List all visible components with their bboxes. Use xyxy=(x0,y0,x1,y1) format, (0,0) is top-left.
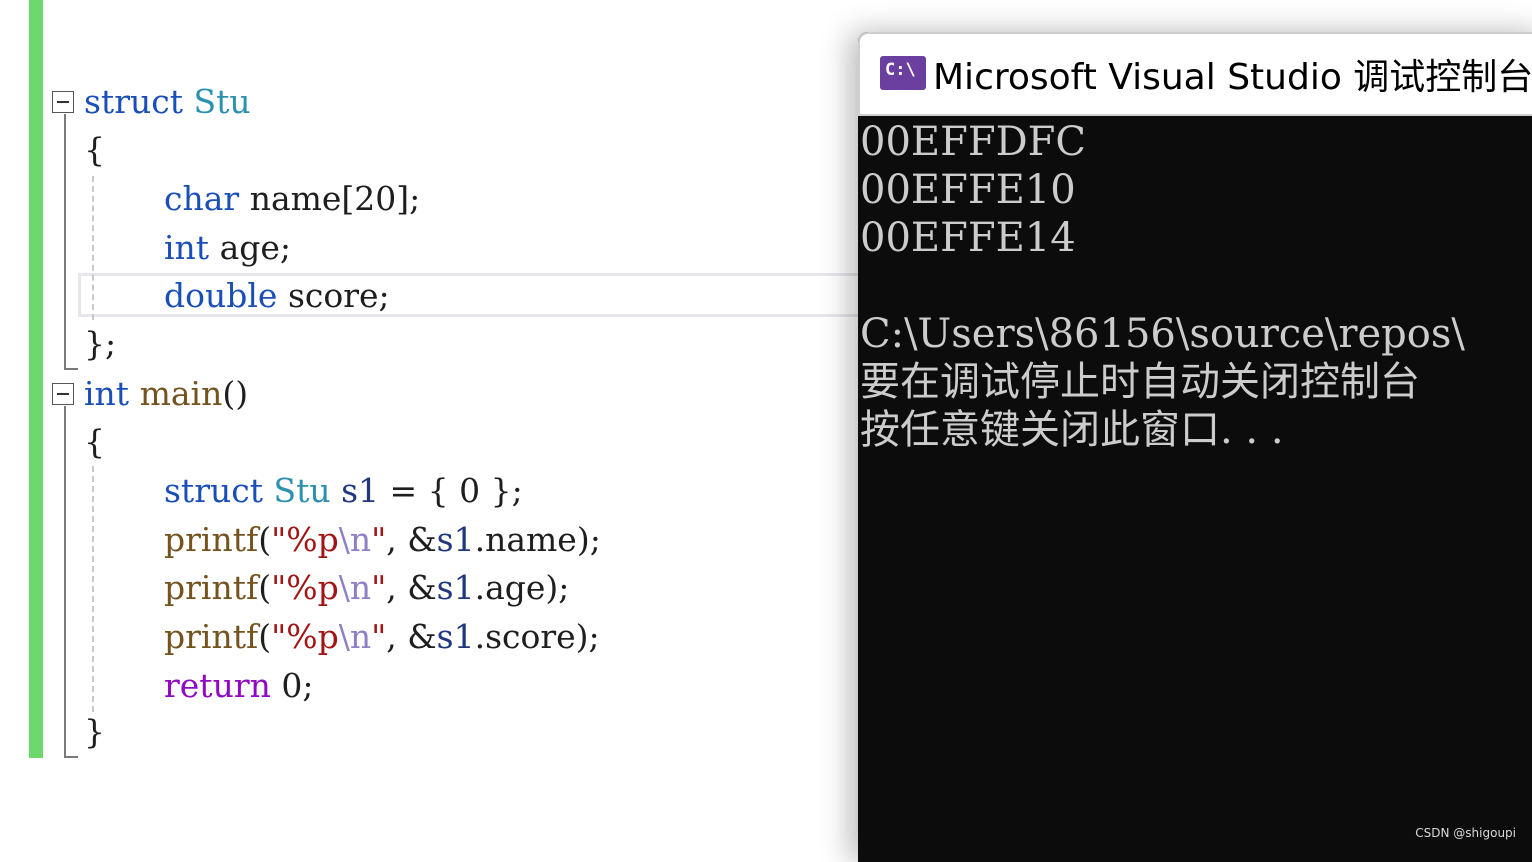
string-literal: " xyxy=(371,520,387,559)
string-literal: "%p xyxy=(271,568,339,607)
brace: { xyxy=(84,130,105,169)
string-literal: " xyxy=(371,568,387,607)
code-text: , & xyxy=(386,568,437,607)
function-name: main xyxy=(139,374,223,413)
identifier: s1 xyxy=(436,568,475,607)
code-line[interactable]: int main() xyxy=(84,370,248,418)
string-literal: "%p xyxy=(271,617,339,656)
code-text: , & xyxy=(386,520,437,559)
control-keyword: return xyxy=(164,666,271,705)
console-output-line: 00EFFE14 xyxy=(860,215,1076,261)
code-text: () xyxy=(222,374,249,413)
escape-sequence: \n xyxy=(338,617,372,656)
console-title-bar[interactable]: C:\ Microsoft Visual Studio 调试控制台 xyxy=(858,32,1532,116)
console-output-line: C:\Users\86156\source\repos\ xyxy=(860,311,1465,357)
brace: }; xyxy=(84,324,117,363)
code-line[interactable]: printf("%p\n", &s1.score); xyxy=(84,613,600,661)
brace: { xyxy=(84,422,105,461)
code-line[interactable]: { xyxy=(84,126,105,174)
paren: ( xyxy=(258,617,272,656)
escape-sequence: \n xyxy=(338,568,372,607)
code-text: 0; xyxy=(281,666,314,705)
type-name: Stu xyxy=(193,82,251,121)
window-title: Microsoft Visual Studio 调试控制台 xyxy=(933,57,1532,98)
code-line[interactable]: int age; xyxy=(84,224,291,272)
paren: ( xyxy=(258,568,272,607)
change-tracking-bar xyxy=(29,0,43,758)
identifier: s1 xyxy=(436,617,475,656)
collapse-struct-icon[interactable] xyxy=(52,91,74,113)
function-name: printf xyxy=(164,617,259,656)
code-line[interactable]: printf("%p\n", &s1.age); xyxy=(84,564,569,612)
code-text: .name); xyxy=(474,520,601,559)
struct-outline-guide xyxy=(64,114,66,370)
string-literal: " xyxy=(371,617,387,656)
code-text: name[20]; xyxy=(249,179,421,218)
code-line[interactable]: return 0; xyxy=(84,662,313,710)
code-line-current[interactable]: double score; xyxy=(84,272,390,320)
keyword: int xyxy=(164,228,210,267)
code-editor[interactable]: struct Stu { char name[20]; int age; dou… xyxy=(0,0,878,850)
code-text: = { 0 }; xyxy=(389,471,523,510)
code-text: .score); xyxy=(474,617,600,656)
debug-console-window[interactable]: C:\ Microsoft Visual Studio 调试控制台 00EFFD… xyxy=(858,32,1532,862)
type-name: Stu xyxy=(273,471,331,510)
keyword: int xyxy=(84,374,130,413)
code-line[interactable]: struct Stu s1 = { 0 }; xyxy=(84,467,523,515)
console-icon-glyph: C:\ xyxy=(885,60,916,80)
keyword: char xyxy=(164,179,240,218)
keyword: struct xyxy=(84,82,183,121)
string-literal: "%p xyxy=(271,520,339,559)
function-name: printf xyxy=(164,568,259,607)
code-line[interactable]: printf("%p\n", &s1.name); xyxy=(84,516,601,564)
code-line[interactable]: } xyxy=(84,708,105,756)
code-text: .age); xyxy=(474,568,570,607)
struct-outline-end xyxy=(64,368,78,370)
code-line[interactable]: }; xyxy=(84,320,116,368)
identifier: s1 xyxy=(341,471,380,510)
code-text: score; xyxy=(287,276,390,315)
keyword: double xyxy=(164,276,278,315)
main-outline-guide xyxy=(64,406,66,758)
code-text: , & xyxy=(386,617,437,656)
collapse-main-icon[interactable] xyxy=(52,383,74,405)
console-output-line: 00EFFE10 xyxy=(860,167,1076,213)
watermark: CSDN @shigoupi xyxy=(1415,826,1516,840)
code-text: age; xyxy=(219,228,292,267)
console-output-line: 按任意键关闭此窗口. . . xyxy=(860,407,1284,453)
function-name: printf xyxy=(164,520,259,559)
escape-sequence: \n xyxy=(338,520,372,559)
console-output-line: 00EFFDFC xyxy=(860,119,1087,165)
main-outline-end xyxy=(64,756,78,758)
paren: ( xyxy=(258,520,272,559)
code-line[interactable]: struct Stu xyxy=(84,78,251,126)
identifier: s1 xyxy=(436,520,475,559)
keyword: struct xyxy=(164,471,263,510)
brace: } xyxy=(84,712,105,751)
console-app-icon: C:\ xyxy=(880,56,926,90)
console-output-line: 要在调试停止时自动关闭控制台 xyxy=(860,359,1420,405)
code-line[interactable]: { xyxy=(84,418,105,466)
code-line[interactable]: char name[20]; xyxy=(84,175,420,223)
